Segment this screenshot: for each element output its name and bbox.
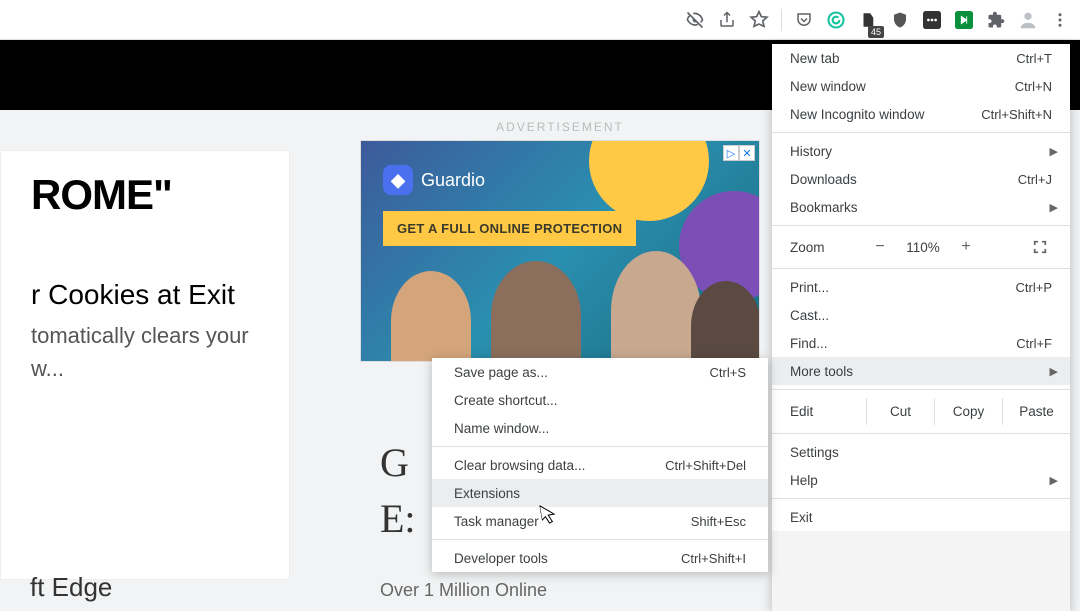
- submenu-task-manager[interactable]: Task managerShift+Esc: [432, 507, 768, 535]
- page-edge-text: ft Edge: [30, 572, 112, 603]
- chevron-right-icon: ▶: [1050, 474, 1058, 487]
- menu-edit-label: Edit: [790, 404, 866, 419]
- menu-bottom-shade: [772, 531, 1070, 611]
- menu-paste[interactable]: Paste: [1002, 398, 1070, 425]
- advertisement-label: ADVERTISEMENT: [360, 120, 760, 134]
- ad-cta-button[interactable]: GET A FULL ONLINE PROTECTION: [383, 211, 636, 246]
- menu-cut[interactable]: Cut: [866, 398, 934, 425]
- grammarly-icon[interactable]: [822, 6, 850, 34]
- menu-new-tab[interactable]: New tabCtrl+T: [772, 44, 1070, 72]
- page-left-column: ROME" r Cookies at Exit tomatically clea…: [0, 150, 290, 580]
- extension-badge: 45: [868, 26, 884, 38]
- browser-toolbar: 45: [0, 0, 1080, 40]
- ad-logo-icon: ◆: [383, 165, 413, 195]
- menu-separator: [772, 498, 1070, 499]
- menu-help[interactable]: Help▶: [772, 466, 1070, 494]
- page-desc-line1: tomatically clears your: [31, 319, 279, 352]
- kebab-menu-icon[interactable]: [1046, 6, 1074, 34]
- menu-separator: [772, 225, 1070, 226]
- submenu-developer-tools[interactable]: Developer toolsCtrl+Shift+I: [432, 544, 768, 572]
- menu-separator: [432, 446, 768, 447]
- page-desc-line2: w...: [31, 352, 279, 385]
- menu-zoom-row: Zoom − 110% +: [772, 230, 1070, 264]
- zoom-in-button[interactable]: +: [948, 234, 984, 260]
- menu-bookmarks[interactable]: Bookmarks▶: [772, 193, 1070, 221]
- chrome-main-menu: New tabCtrl+T New windowCtrl+N New Incog…: [772, 44, 1070, 611]
- chevron-right-icon: ▶: [1050, 201, 1058, 214]
- chevron-right-icon: ▶: [1050, 145, 1058, 158]
- zoom-out-button[interactable]: −: [862, 234, 898, 260]
- menu-separator: [432, 539, 768, 540]
- advertisement-block: ADVERTISEMENT ◆Guardio GET A FULL ONLINE…: [360, 120, 760, 362]
- submenu-clear-browsing-data[interactable]: Clear browsing data...Ctrl+Shift+Del: [432, 451, 768, 479]
- menu-cast[interactable]: Cast...: [772, 301, 1070, 329]
- submenu-extensions[interactable]: Extensions: [432, 479, 768, 507]
- menu-edit-row: Edit Cut Copy Paste: [772, 394, 1070, 429]
- fullscreen-icon[interactable]: [1032, 239, 1062, 255]
- chevron-right-icon: ▶: [1050, 365, 1058, 378]
- menu-exit[interactable]: Exit: [772, 503, 1070, 531]
- extension-icon-1[interactable]: 45: [854, 6, 882, 34]
- eye-off-icon[interactable]: [681, 6, 709, 34]
- bookmark-star-icon[interactable]: [745, 6, 773, 34]
- menu-more-tools[interactable]: More tools▶: [772, 357, 1070, 385]
- menu-print[interactable]: Print...Ctrl+P: [772, 273, 1070, 301]
- share-icon[interactable]: [713, 6, 741, 34]
- menu-zoom-label: Zoom: [790, 240, 862, 255]
- menu-new-incognito[interactable]: New Incognito windowCtrl+Shift+N: [772, 100, 1070, 128]
- menu-find[interactable]: Find...Ctrl+F: [772, 329, 1070, 357]
- menu-new-window[interactable]: New windowCtrl+N: [772, 72, 1070, 100]
- submenu-save-page[interactable]: Save page as...Ctrl+S: [432, 358, 768, 386]
- page-subheading-fragment: r Cookies at Exit: [31, 279, 279, 311]
- menu-copy[interactable]: Copy: [934, 398, 1002, 425]
- menu-separator: [772, 433, 1070, 434]
- article-heading-fragment: GE:: [380, 435, 416, 547]
- menu-settings[interactable]: Settings: [772, 438, 1070, 466]
- ad-brand: ◆Guardio: [383, 165, 485, 195]
- article-subheading-fragment: Over 1 Million Online: [380, 580, 547, 601]
- advertisement-banner[interactable]: ◆Guardio GET A FULL ONLINE PROTECTION ▷✕: [360, 140, 760, 362]
- menu-downloads[interactable]: DownloadsCtrl+J: [772, 165, 1070, 193]
- submenu-create-shortcut[interactable]: Create shortcut...: [432, 386, 768, 414]
- extension-icon-3[interactable]: [950, 6, 978, 34]
- menu-separator: [772, 268, 1070, 269]
- page-title-fragment: ROME": [31, 171, 279, 219]
- pocket-icon[interactable]: [790, 6, 818, 34]
- menu-separator: [772, 132, 1070, 133]
- profile-avatar-icon[interactable]: [1014, 6, 1042, 34]
- toolbar-divider: [781, 9, 782, 31]
- menu-separator: [772, 389, 1070, 390]
- extensions-puzzle-icon[interactable]: [982, 6, 1010, 34]
- more-tools-submenu: Save page as...Ctrl+S Create shortcut...…: [432, 358, 768, 572]
- mouse-cursor-icon: [539, 503, 558, 525]
- ad-choices-icon[interactable]: ▷✕: [723, 145, 755, 161]
- zoom-value: 110%: [898, 240, 948, 255]
- menu-history[interactable]: History▶: [772, 137, 1070, 165]
- ublock-icon[interactable]: [886, 6, 914, 34]
- extension-icon-2[interactable]: [918, 6, 946, 34]
- submenu-name-window[interactable]: Name window...: [432, 414, 768, 442]
